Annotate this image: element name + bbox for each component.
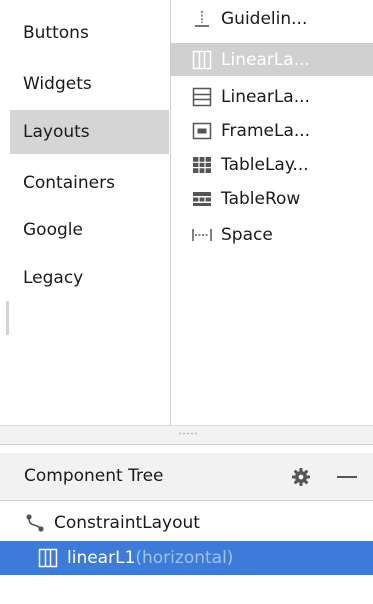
table-layout-icon (191, 154, 213, 176)
palette-item-label: Guidelin... (221, 8, 308, 29)
category-label: Google (23, 220, 83, 240)
panel-edge-mark (6, 301, 9, 335)
palette-item-tablelayout[interactable]: TableLay... (171, 148, 373, 181)
palette-item-label: FrameLa... (221, 120, 311, 141)
palette-item-framelayout[interactable]: FrameLa... (171, 114, 373, 147)
palette-item-tablerow[interactable]: TableRow (171, 182, 373, 215)
gear-icon[interactable] (289, 465, 313, 489)
palette-item-space[interactable]: Space (171, 218, 373, 251)
component-tree-panel: Component Tree ConstraintLayout linearL1… (0, 445, 373, 604)
tree-node-linearl1[interactable]: linearL1 (horizontal) (0, 541, 373, 575)
palette-item-label: Space (221, 224, 273, 245)
android-studio-palette-panel: Buttons Widgets Layouts Containers Googl… (0, 0, 373, 604)
palette-item-guideline[interactable]: Guidelin... (171, 2, 373, 35)
category-widgets[interactable]: Widgets (10, 62, 169, 106)
linear-layout-horizontal-icon (191, 49, 213, 71)
category-label: Buttons (23, 23, 89, 43)
category-label: Containers (23, 173, 115, 193)
category-label: Layouts (23, 122, 90, 142)
minimize-icon[interactable] (333, 465, 361, 489)
constraint-layout-icon (24, 512, 46, 534)
palette-item-label: TableLay... (221, 154, 309, 175)
palette-item-list: Guidelin... LinearLa... LinearLa... Fram… (171, 0, 373, 425)
category-google[interactable]: Google (10, 208, 169, 252)
tree-node-constraintlayout[interactable]: ConstraintLayout (0, 506, 373, 540)
category-buttons[interactable]: Buttons (10, 11, 169, 55)
palette-item-label: LinearLa... (221, 86, 310, 107)
splitter-grip (178, 432, 198, 435)
linear-layout-horizontal-icon (37, 547, 59, 569)
palette-item-linearlayout-horizontal[interactable]: LinearLa... (171, 43, 373, 76)
table-row-icon (191, 188, 213, 210)
tree-node-orientation-hint: (horizontal) (135, 548, 234, 568)
category-containers[interactable]: Containers (10, 161, 169, 205)
frame-layout-icon (191, 120, 213, 142)
palette-category-list: Buttons Widgets Layouts Containers Googl… (10, 0, 169, 425)
panel-splitter[interactable] (0, 425, 373, 445)
space-icon (191, 224, 213, 246)
tree-node-label: linearL1 (67, 548, 136, 568)
component-tree-header: Component Tree (0, 453, 373, 501)
linear-layout-vertical-icon (191, 86, 213, 108)
component-tree-title: Component Tree (24, 466, 164, 486)
category-legacy[interactable]: Legacy (10, 256, 169, 300)
category-label: Widgets (23, 74, 92, 94)
palette-item-label: LinearLa... (221, 49, 310, 70)
palette-panel: Buttons Widgets Layouts Containers Googl… (0, 0, 373, 425)
palette-item-linearlayout-vertical[interactable]: LinearLa... (171, 80, 373, 113)
category-layouts[interactable]: Layouts (10, 110, 169, 154)
palette-item-label: TableRow (221, 188, 301, 209)
guideline-icon (191, 8, 213, 30)
category-label: Legacy (23, 268, 84, 288)
tree-node-label: ConstraintLayout (54, 513, 200, 533)
